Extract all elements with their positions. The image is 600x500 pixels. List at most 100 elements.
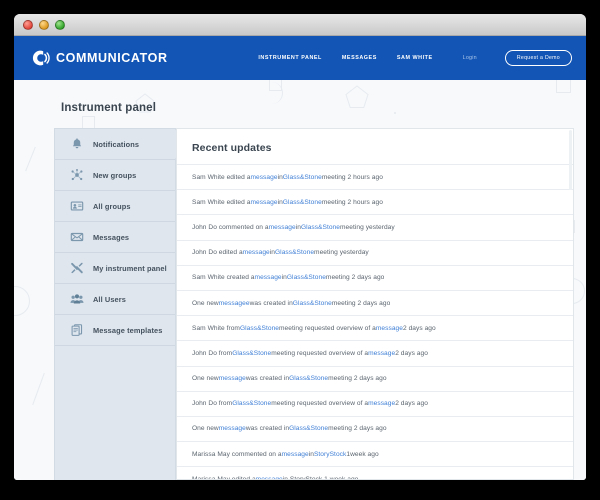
update-row[interactable]: One new message was created in Glass&Sto… [177,415,573,441]
update-text: 2 days ago [395,400,428,408]
update-row[interactable]: Sam White created a message in Glass&Sto… [177,264,573,290]
update-row[interactable]: One new message was created in Glass&Ston… [177,365,573,391]
update-text: Marissa May edited a [192,475,256,480]
sidebar-item-message-templates[interactable]: Message templates [55,315,175,346]
update-link[interactable]: Glass&Stone [283,199,322,206]
nav-item-sam-white[interactable]: SAM WHITE [397,55,433,61]
update-text: meeting 2 days ago [325,274,385,282]
update-link[interactable]: Glass&Stone [289,375,328,382]
update-link[interactable]: Glass&Stone [289,425,328,432]
sidebar-item-label: My instrument panel [93,263,167,273]
decor-square-icon [556,80,571,93]
update-row[interactable]: John Do edited a message in Glass&Stone … [177,239,573,265]
update-link[interactable]: StoryStock [314,451,346,458]
card-title: Recent updates [192,142,272,154]
update-link[interactable]: message [250,174,277,181]
communicator-logo-icon [32,50,50,66]
nav-item-messages[interactable]: MESSAGES [342,55,377,61]
update-text: Marissa May commented on a [192,450,282,458]
updates-list: Sam White edited a message in Glass&Ston… [177,164,573,480]
update-link[interactable]: message [243,249,270,256]
update-link[interactable]: Glass&Stone [232,350,271,357]
contact-card-icon [70,201,84,211]
update-text: meeting requested overview of a [279,324,376,332]
update-link[interactable]: Glass&Stone [275,249,314,256]
update-link[interactable]: message [219,425,246,432]
update-link[interactable]: message [368,400,395,407]
update-link[interactable]: message [376,325,403,332]
update-link[interactable]: message [368,350,395,357]
sidebar-item-label: All groups [93,201,131,211]
update-row[interactable]: Sam White from Glass&Stone meeting reque… [177,315,573,340]
decor-square-icon [269,80,282,91]
update-link[interactable]: message [250,199,277,206]
sidebar-item-my-instrument-panel[interactable]: My instrument panel [55,253,175,284]
sidebar-item-new-groups[interactable]: New groups [55,160,175,191]
maximize-window-button[interactable] [55,20,65,30]
window-controls [23,20,65,30]
update-link[interactable]: Glass&Stone [287,274,326,281]
update-row[interactable]: One new messagee was created in Glass&St… [177,289,573,315]
sidebar-item-all-users[interactable]: All Users [55,284,175,315]
update-link[interactable]: message [269,224,296,231]
decor-line-icon [32,372,45,406]
brand-name: COMMUNICATOR [56,51,168,65]
card-scrollbar[interactable] [569,130,572,190]
update-link[interactable]: Glass&Stone [301,224,340,231]
update-text: was created in [245,425,290,433]
documents-icon [71,324,83,336]
update-row[interactable]: Sam White edited a message in Glass&Ston… [177,164,573,189]
update-text: Sam White from [192,324,240,332]
sidebar-item-all-groups[interactable]: All groups [55,191,175,222]
close-window-button[interactable] [23,20,33,30]
update-text: meeting requested overview of a [271,349,369,357]
update-text: meeting 2 days ago [328,375,387,383]
update-link[interactable]: Glass&Stone [293,300,332,307]
page-body: Instrument panel Notifications New group… [14,80,586,480]
update-text: Sam White edited a [192,198,251,206]
sidebar-item-label: Message templates [93,325,163,335]
update-text: meeting yesterday [314,249,369,257]
update-text: One new [192,299,219,307]
update-text: John Do edited a [192,249,243,257]
login-link[interactable]: Login [463,55,477,61]
bell-icon [72,138,82,149]
update-text: meeting 2 days ago [331,299,391,307]
update-text: John Do commented on a [192,223,269,231]
update-link[interactable]: message [255,274,282,281]
update-text: meeting requested overview of a [271,400,369,408]
decor-pentagon-icon [345,85,369,108]
update-link[interactable]: message [282,451,309,458]
decor-line-icon [25,146,36,172]
recent-updates-card: Recent updates Sam White edited a messag… [176,128,574,480]
people-group-icon [70,294,84,304]
update-link[interactable]: message [256,476,283,479]
update-text: John Do from [192,349,233,357]
update-row[interactable]: Sam White edited a message in Glass&Ston… [177,189,573,214]
update-text: Sam White edited a [192,173,251,181]
sidebar-item-label: New groups [93,170,137,180]
update-link[interactable]: messagee [219,300,250,307]
main-nav: INSTRUMENT PANEL MESSAGES SAM WHITE Logi… [258,50,572,66]
update-link[interactable]: Glass&Stone [232,400,271,407]
update-row[interactable]: John Do from Glass&Stone meeting request… [177,340,573,365]
update-link[interactable]: Glass&Stone [283,174,322,181]
update-row[interactable]: Marissa May commented on a message in St… [177,441,573,466]
update-link[interactable]: Glass&Stone [240,325,279,332]
sidebar-item-notifications[interactable]: Notifications [55,129,186,160]
brand-logo[interactable]: COMMUNICATOR [30,48,168,68]
update-text: 2 days ago [395,349,428,357]
update-text: 2 days ago [402,324,436,332]
sidebar-item-messages[interactable]: Messages [55,222,175,253]
request-demo-button[interactable]: Request a Demo [504,50,572,66]
update-text: One new [192,425,219,433]
update-text: meeting 2 hours ago [321,198,383,206]
decor-arc-icon [269,82,283,104]
minimize-window-button[interactable] [39,20,49,30]
update-row[interactable]: John Do commented on a message in Glass&… [177,214,573,239]
update-row[interactable]: John Do from Glass&Stone meeting request… [177,390,573,416]
envelope-icon [70,232,84,242]
update-row[interactable]: Marissa May edited a message in StorySto… [177,466,573,480]
nav-item-instrument-panel[interactable]: INSTRUMENT PANEL [258,55,322,61]
update-link[interactable]: message [219,375,246,382]
